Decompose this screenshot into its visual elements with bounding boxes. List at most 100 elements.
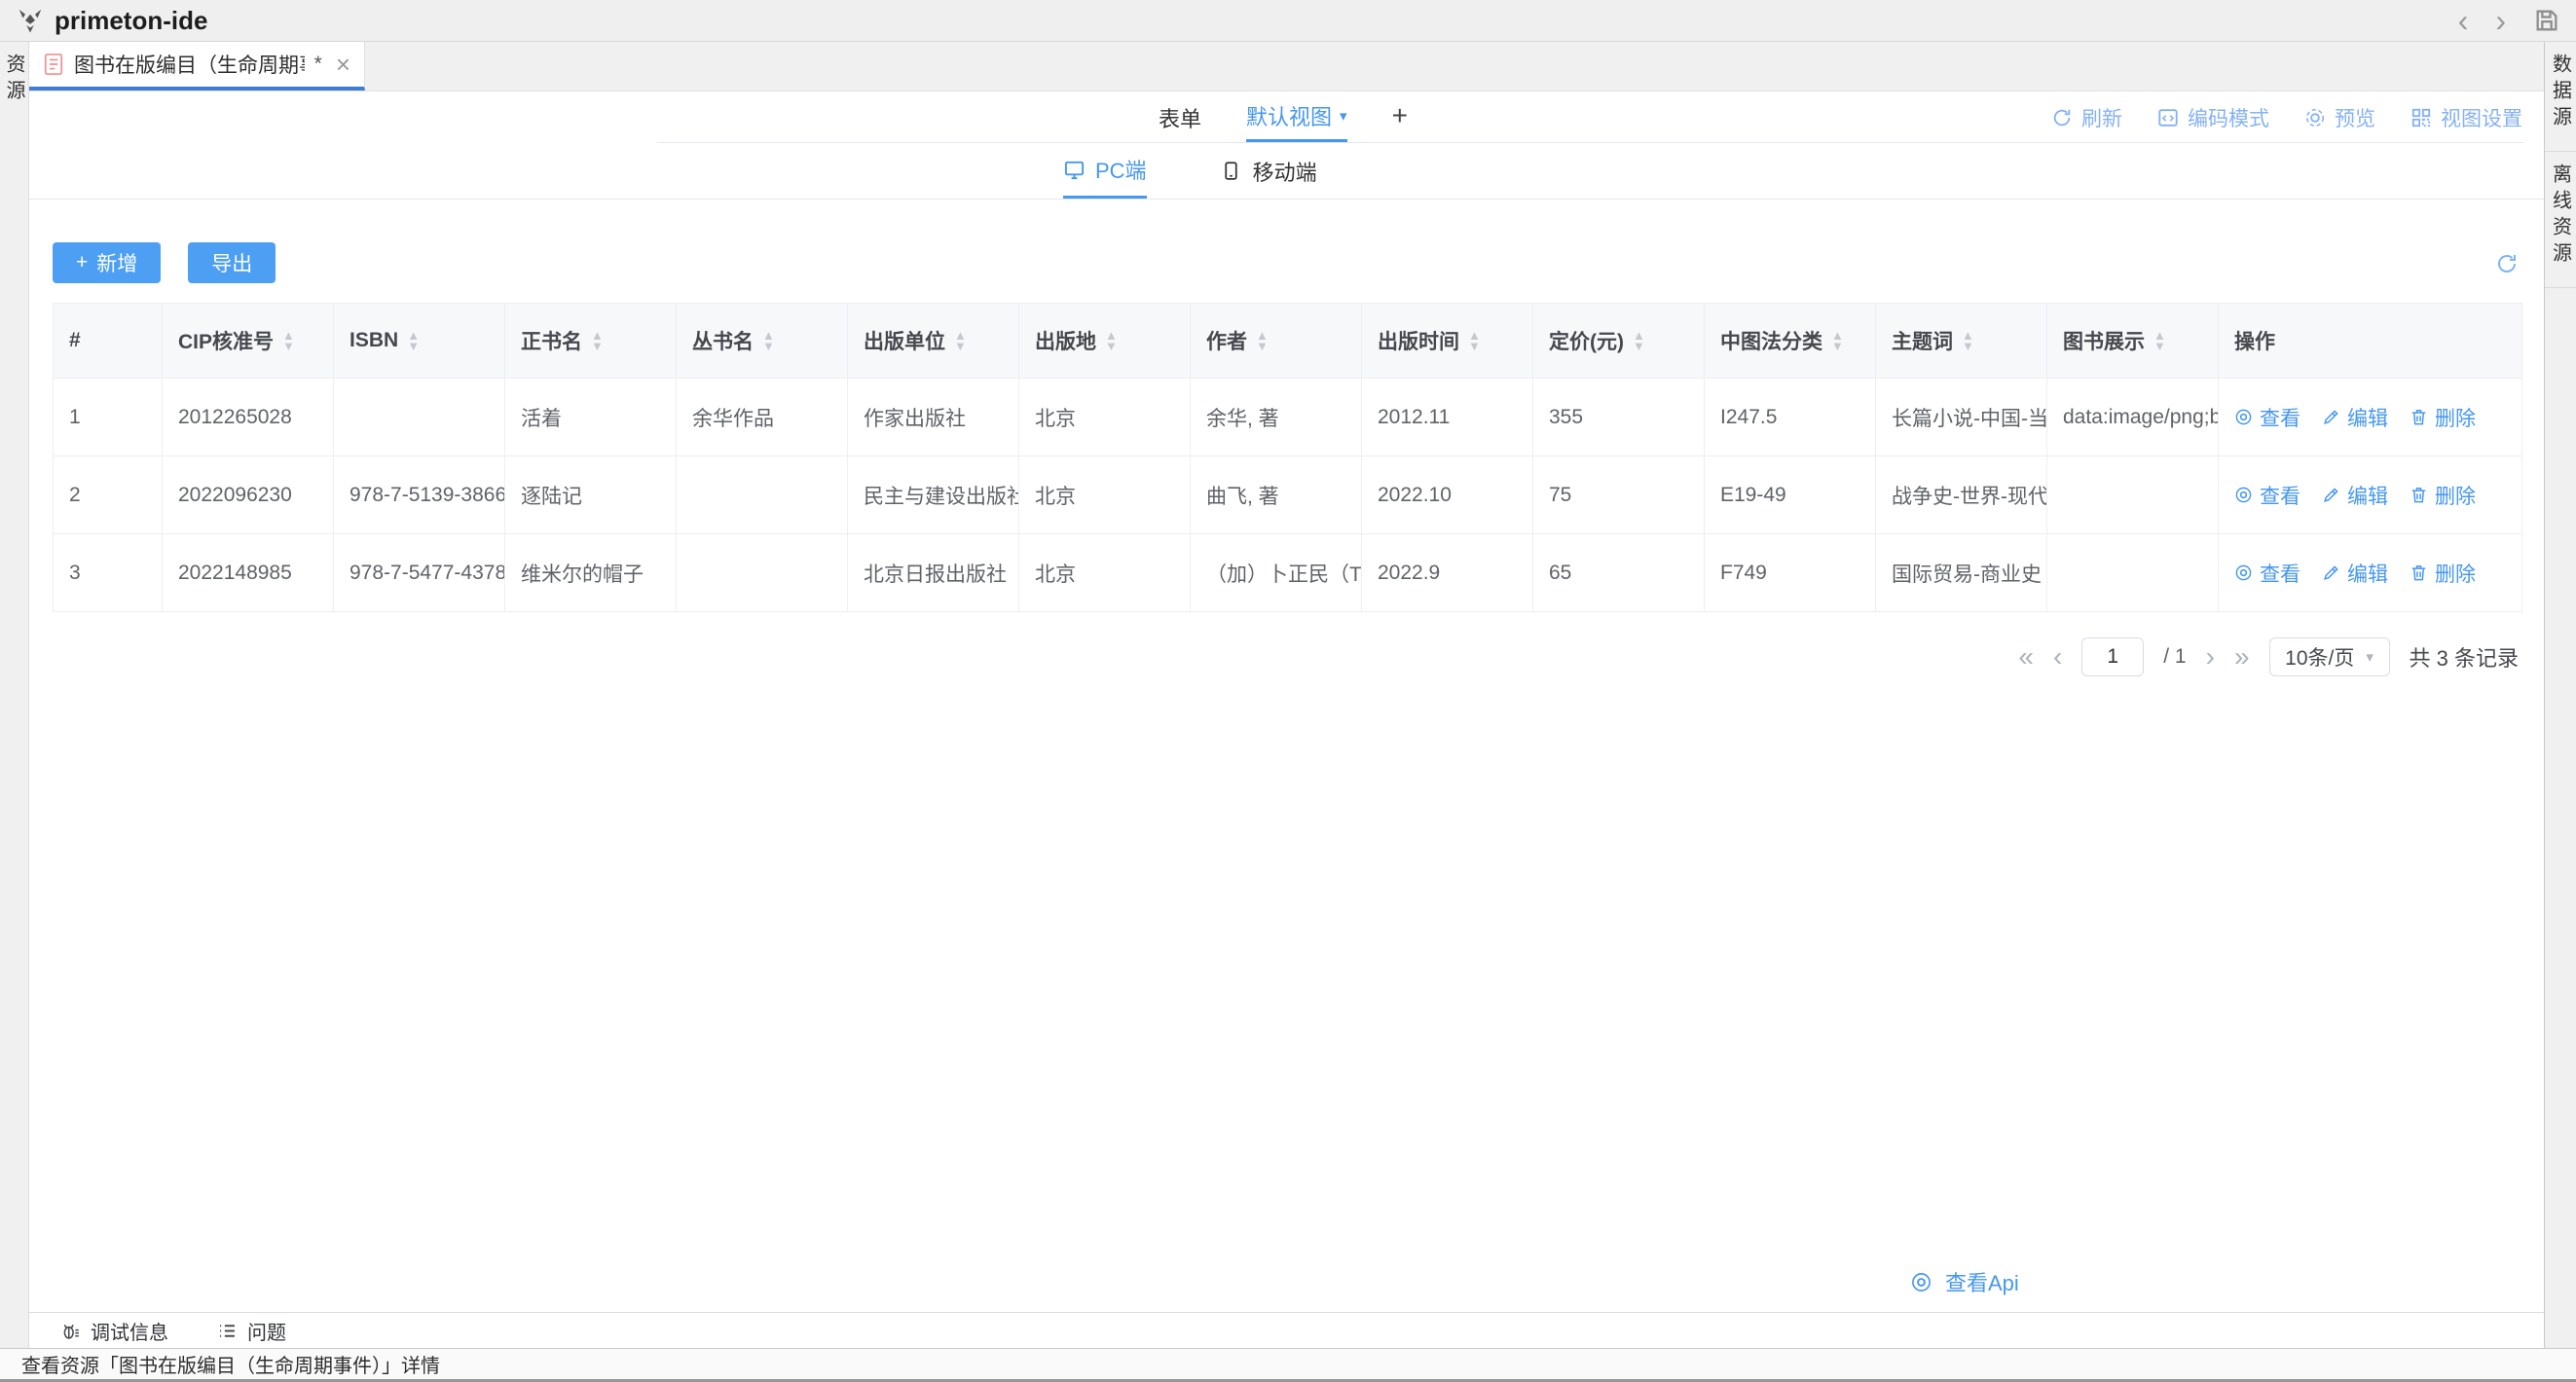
- column-header-subject[interactable]: 主题词▲▼: [1876, 304, 2047, 379]
- export-button[interactable]: 导出: [188, 242, 276, 283]
- device-tabs: PC端 移动端: [1063, 143, 1317, 199]
- row-action-edit[interactable]: 编辑: [2322, 559, 2388, 588]
- save-icon[interactable]: [2533, 7, 2560, 34]
- editor: 表单 默认视图 ▾ + 刷新: [29, 91, 2544, 1348]
- cell-title: 活着: [505, 379, 677, 456]
- add-button[interactable]: + 新增: [53, 242, 161, 283]
- column-label: ISBN: [350, 329, 398, 352]
- cell-pubdate: 2012.11: [1362, 379, 1533, 456]
- row-action-edit[interactable]: 编辑: [2322, 481, 2388, 510]
- sync-icon[interactable]: [2495, 252, 2519, 275]
- trash-icon: [2410, 486, 2428, 504]
- nav-forward-icon[interactable]: ›: [2495, 5, 2506, 36]
- code-window-icon: [2157, 107, 2179, 128]
- preview-eye-icon: [2304, 107, 2326, 128]
- close-tab-icon[interactable]: ×: [336, 52, 350, 77]
- column-header-pubdate[interactable]: 出版时间▲▼: [1362, 304, 1533, 379]
- first-page-button[interactable]: «: [2018, 643, 2034, 671]
- cell-clc: E19-49: [1705, 456, 1876, 534]
- rail-item-datasource[interactable]: 数据源: [2545, 42, 2576, 152]
- rail-item-resources[interactable]: 资源: [0, 42, 28, 125]
- column-label: CIP核准号: [178, 326, 274, 355]
- view-api-link[interactable]: 查看Api: [1910, 1266, 2019, 1297]
- sort-icons[interactable]: ▲▼: [1633, 330, 1645, 351]
- page-size-select[interactable]: 10条/页 ▾: [2269, 637, 2390, 676]
- row-action-delete[interactable]: 删除: [2410, 403, 2476, 432]
- tab-pc[interactable]: PC端: [1063, 143, 1147, 199]
- tab-form[interactable]: 表单: [1159, 91, 1201, 143]
- sort-icons[interactable]: ▲▼: [2153, 330, 2166, 351]
- cell-display: [2047, 456, 2219, 534]
- column-header-author[interactable]: 作者▲▼: [1191, 304, 1362, 379]
- last-page-button[interactable]: »: [2234, 643, 2250, 671]
- preview-button[interactable]: 预览: [2304, 103, 2375, 132]
- cell-isbn: [334, 379, 505, 456]
- row-action-label: 查看: [2260, 403, 2300, 432]
- column-header-price[interactable]: 定价(元)▲▼: [1533, 304, 1705, 379]
- cell-display: [2047, 534, 2219, 612]
- sort-icons[interactable]: ▲▼: [762, 330, 775, 351]
- sort-icons[interactable]: ▲▼: [1105, 330, 1118, 351]
- row-action-delete[interactable]: 删除: [2410, 559, 2476, 588]
- code-mode-button[interactable]: 编码模式: [2157, 103, 2269, 132]
- cell-author: （加）卜正民（T: [1191, 534, 1362, 612]
- eye-icon: [1910, 1271, 1932, 1293]
- column-label: 中图法分类: [1720, 326, 1822, 355]
- next-page-button[interactable]: ›: [2206, 643, 2215, 671]
- row-action-label: 编辑: [2347, 559, 2388, 588]
- view-tabs: 表单 默认视图 ▾ +: [1159, 91, 1408, 143]
- nav-back-icon[interactable]: ‹: [2458, 5, 2469, 36]
- add-view-button[interactable]: +: [1392, 100, 1408, 135]
- row-action-view[interactable]: 查看: [2234, 481, 2300, 510]
- status-bar: 查看资源「图书在版编目（生命周期事件）」详情: [0, 1348, 2576, 1382]
- column-header-display[interactable]: 图书展示 ▲▼: [2047, 304, 2219, 379]
- sort-icons[interactable]: ▲▼: [591, 330, 604, 351]
- sort-icons[interactable]: ▲▼: [1831, 330, 1844, 351]
- cell-index: 1: [54, 379, 163, 456]
- sort-icons[interactable]: ▲▼: [282, 330, 295, 351]
- column-header-place[interactable]: 出版地▲▼: [1019, 304, 1191, 379]
- monitor-icon: [1063, 159, 1086, 181]
- column-label: 图书展示: [2063, 326, 2145, 355]
- page-input[interactable]: [2081, 637, 2144, 676]
- row-action-view[interactable]: 查看: [2234, 559, 2300, 588]
- column-header-series[interactable]: 丛书名▲▼: [677, 304, 848, 379]
- trash-icon: [2410, 408, 2428, 426]
- view-settings-button[interactable]: 视图设置: [2410, 103, 2522, 132]
- prev-page-button[interactable]: ‹: [2053, 643, 2062, 671]
- editor-tab-label: 图书在版编目（生命周期事件）: [74, 50, 305, 79]
- editor-tabbar: 图书在版编目（生命周期事件） * ×: [29, 42, 2544, 91]
- column-header-publisher[interactable]: 出版单位 ▲▼: [848, 304, 1019, 379]
- cell-cip: 2012265028: [163, 379, 334, 456]
- sort-icons[interactable]: ▲▼: [407, 330, 420, 351]
- column-header-cip[interactable]: CIP核准号 ▲▼: [163, 304, 334, 379]
- sort-icons[interactable]: ▲▼: [1468, 330, 1481, 351]
- cell-operations: 查看编辑删除: [2219, 456, 2522, 534]
- cell-subject: 战争史-世界-现代: [1876, 456, 2047, 534]
- column-header-clc[interactable]: 中图法分类 ▲▼: [1705, 304, 1876, 379]
- row-action-delete[interactable]: 删除: [2410, 481, 2476, 510]
- sort-icons[interactable]: ▲▼: [1962, 330, 1974, 351]
- row-action-view[interactable]: 查看: [2234, 403, 2300, 432]
- column-header-isbn[interactable]: ISBN ▲▼: [334, 304, 505, 379]
- caret-down-icon: ▼: [407, 341, 420, 351]
- cell-index: 2: [54, 456, 163, 534]
- cell-clc: F749: [1705, 534, 1876, 612]
- row-action-edit[interactable]: 编辑: [2322, 403, 2388, 432]
- data-table: #CIP核准号▲▼ISBN▲▼正书名▲▼丛书名▲▼出版单位▲▼出版地▲▼作者▲▼…: [53, 303, 2522, 612]
- refresh-button[interactable]: 刷新: [2051, 103, 2122, 132]
- sort-icons[interactable]: ▲▼: [954, 330, 967, 351]
- tab-problems[interactable]: 问题: [217, 1317, 286, 1345]
- document-icon: [43, 52, 64, 77]
- editor-tab-book-cip[interactable]: 图书在版编目（生命周期事件） * ×: [29, 42, 365, 91]
- tab-default-view[interactable]: 默认视图 ▾: [1246, 91, 1347, 143]
- rail-item-offline-resources[interactable]: 离线资源: [2545, 152, 2576, 288]
- tab-debug-info[interactable]: 调试信息: [60, 1317, 168, 1345]
- caret-down-icon: ▼: [1468, 341, 1481, 351]
- tab-mobile[interactable]: 移动端: [1221, 143, 1317, 199]
- row-action-label: 删除: [2435, 403, 2476, 432]
- pagination: « ‹ / 1 › » 10条/页 ▾ 共 3 条记录: [29, 637, 2519, 676]
- sort-icons[interactable]: ▲▼: [1256, 330, 1269, 351]
- column-label: 出版单位: [864, 326, 945, 355]
- column-header-title[interactable]: 正书名▲▼: [505, 304, 677, 379]
